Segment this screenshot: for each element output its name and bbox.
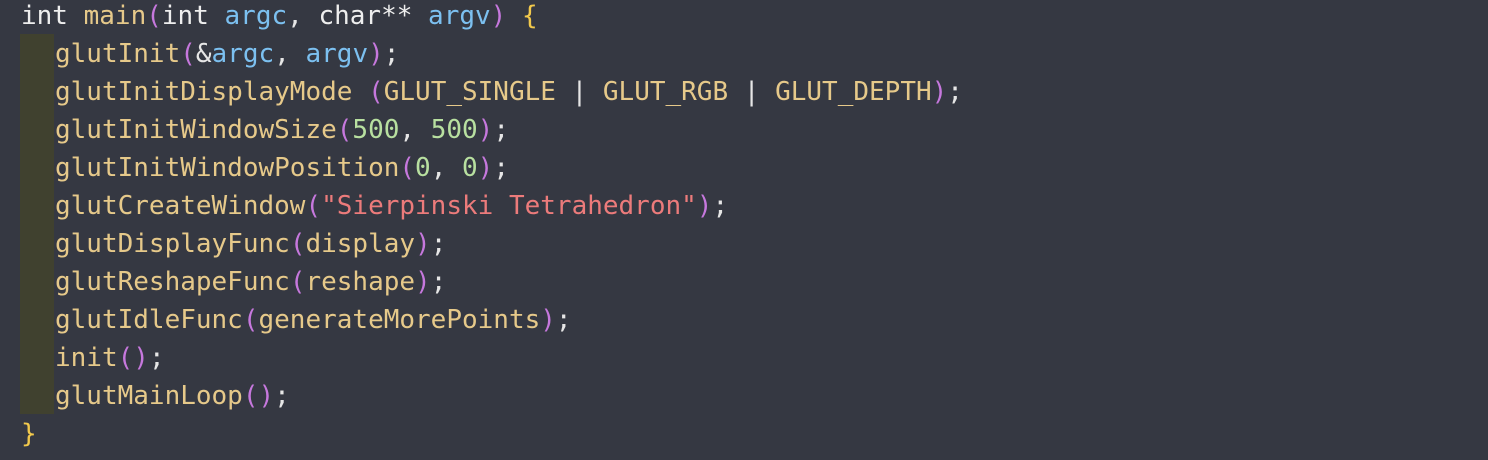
code-token: argc	[211, 39, 275, 69]
code-token: (	[289, 229, 306, 259]
code-token: ;	[430, 229, 447, 259]
code-token: main	[83, 1, 147, 31]
code-token: glutInitWindowPosition	[55, 153, 400, 183]
code-line-text: int main(int argc, char** argv) {	[21, 0, 538, 32]
code-token: (	[399, 153, 416, 183]
code-token: 500	[430, 115, 478, 145]
code-token: "Sierpinski Tetrahedron"	[321, 191, 697, 221]
code-token: )	[931, 77, 948, 107]
code-token: reshape	[305, 267, 416, 297]
code-token: glutReshapeFunc	[55, 267, 290, 297]
code-token: 500	[352, 115, 400, 145]
code-token: 0	[462, 153, 478, 183]
code-token: char**	[318, 1, 413, 31]
code-token: (	[146, 1, 162, 31]
code-token: )	[368, 39, 384, 69]
code-token: ;	[430, 267, 447, 297]
code-token: (	[117, 343, 134, 373]
code-token: GLUT_DEPTH	[775, 77, 932, 107]
code-token: ,	[274, 39, 306, 69]
code-token: ;	[383, 39, 400, 69]
code-token: (	[305, 191, 322, 221]
code-token: ;	[555, 305, 572, 335]
code-token: )	[490, 1, 507, 31]
code-token: glutIdleFunc	[55, 305, 243, 335]
code-token: ;	[148, 343, 165, 373]
code-line-text: glutIdleFunc(generateMorePoints);	[55, 304, 572, 336]
code-token: }	[21, 419, 37, 449]
code-line-text: glutInitDisplayMode (GLUT_SINGLE | GLUT_…	[55, 76, 963, 108]
code-token: (	[368, 77, 384, 107]
code-token: argc	[224, 1, 288, 31]
code-token: )	[696, 191, 713, 221]
code-token: display	[305, 229, 416, 259]
code-token: GLUT_SINGLE	[383, 77, 556, 107]
code-editor[interactable]: int main(int argc, char** argv) {glutIni…	[0, 0, 1488, 460]
code-line-text: glutInit(&argc, argv);	[55, 38, 399, 70]
code-token: ;	[274, 381, 290, 411]
code-token: ;	[712, 191, 729, 221]
code-token: glutInitWindowSize	[55, 115, 337, 145]
code-token: ,	[430, 153, 462, 183]
code-token: ,	[399, 115, 431, 145]
code-token: glutMainLoop	[55, 381, 243, 411]
code-token: )	[477, 153, 494, 183]
code-token: init	[55, 343, 118, 373]
code-token: )	[258, 381, 275, 411]
code-token: 0	[415, 153, 431, 183]
code-token: generateMorePoints	[258, 305, 541, 335]
code-token: (	[242, 381, 259, 411]
code-token: ;	[493, 153, 509, 183]
code-token: ;	[947, 77, 963, 107]
code-token: {	[521, 1, 538, 31]
code-token: argv	[428, 1, 491, 31]
code-token: |	[555, 77, 603, 107]
code-token: glutInit	[55, 39, 181, 69]
code-token: )	[133, 343, 149, 373]
indent-guide	[20, 34, 54, 414]
code-token: )	[415, 267, 431, 297]
code-token: &	[195, 39, 212, 69]
code-line-text: init();	[55, 342, 165, 374]
code-line-text: glutCreateWindow("Sierpinski Tetrahedron…	[55, 190, 728, 222]
code-token: (	[242, 305, 259, 335]
code-token: (	[336, 115, 353, 145]
code-line-text: glutMainLoop();	[55, 380, 290, 412]
code-token: )	[540, 305, 556, 335]
code-token: glutDisplayFunc	[55, 229, 290, 259]
code-token: (	[289, 267, 306, 297]
code-token: ;	[493, 115, 509, 145]
code-token: )	[477, 115, 494, 145]
code-token: ,	[287, 1, 319, 31]
code-token: GLUT_RGB	[602, 77, 729, 107]
code-line-text: }	[21, 418, 37, 450]
code-line-text: glutInitWindowSize(500, 500);	[55, 114, 509, 146]
code-line-text: glutDisplayFunc(display);	[55, 228, 446, 260]
code-line-text: glutReshapeFunc(reshape);	[55, 266, 446, 298]
code-token: int	[21, 1, 68, 31]
code-token: argv	[305, 39, 369, 69]
code-line-text: glutInitWindowPosition(0, 0);	[55, 152, 509, 184]
code-token: glutInitDisplayMode	[55, 77, 353, 107]
code-token: |	[728, 77, 776, 107]
code-token: glutCreateWindow	[55, 191, 306, 221]
code-token: int	[161, 1, 209, 31]
code-token: (	[180, 39, 196, 69]
code-token: )	[415, 229, 431, 259]
